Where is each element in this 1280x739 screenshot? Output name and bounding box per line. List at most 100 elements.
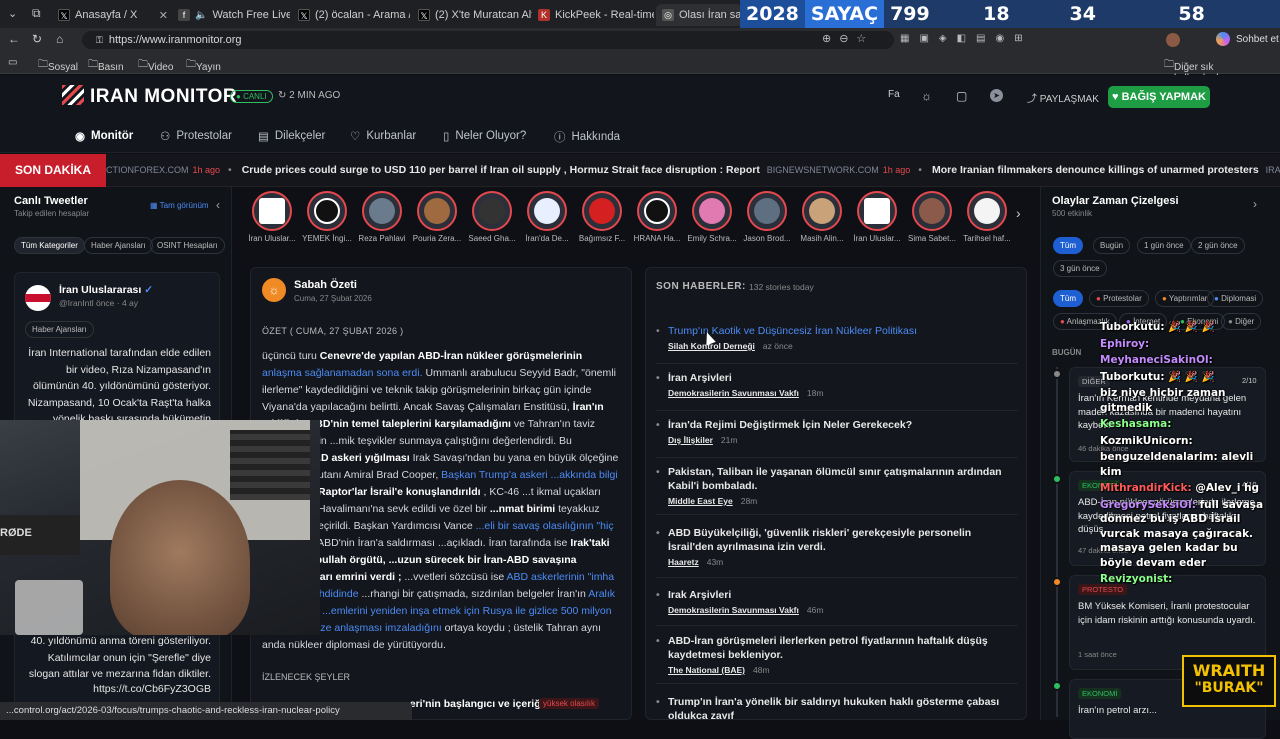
collapse-icon[interactable]: ‹ [216, 198, 220, 212]
news-source[interactable]: Middle East Eye [668, 496, 733, 506]
browser-tab[interactable]: 𝕏(2) X'te Muratcan Altun...✕ [412, 4, 532, 26]
url-input[interactable]: ⚿ https://www.iranmonitor.org [82, 31, 894, 49]
tab-label: KickPeek - Real-time U... [555, 9, 654, 21]
donate-button[interactable]: ♥ BAĞIŞ YAPMAK [1108, 86, 1210, 108]
streamer-badge-overlay: WRAITH "BURAK" [1182, 655, 1276, 707]
story-item[interactable]: İran Uluslar... [850, 191, 904, 243]
nav-about[interactable]: ⓘ Hakkında [554, 129, 620, 145]
bookmark-menu-icon[interactable]: ▭ [8, 57, 17, 68]
site-logo[interactable]: IRAN MONITOR [62, 85, 237, 108]
telegram-icon[interactable]: ➤ [990, 89, 1003, 102]
nav-protests[interactable]: ⚇ Protestolar [160, 129, 232, 143]
live-badge-label: CANLI [243, 92, 267, 101]
news-item[interactable]: ABD Büyükelçiliği, 'güvenlik riskleri' g… [656, 526, 1018, 578]
avatar[interactable] [1166, 33, 1180, 47]
bookmark-folder[interactable]: 🗀 Basın [88, 57, 124, 74]
extensions-icon[interactable]: ▦▣◈◧▤◉⊞ [900, 33, 1033, 44]
news-headline[interactable]: İran Arşivleri [656, 371, 1018, 385]
news-headline[interactable]: ABD Büyükelçiliği, 'güvenlik riskleri' g… [656, 526, 1018, 554]
ticker-source: CTIONFOREX.COM [106, 165, 189, 175]
nav-whats-happening[interactable]: ▯ Neler Oluyor? [443, 129, 526, 143]
news-item[interactable]: Irak Arşivleri Demokrasilerin Savunması V… [656, 588, 1018, 626]
story-item[interactable]: Tarihsel haf... [960, 191, 1014, 243]
language-toggle[interactable]: Fa [888, 89, 900, 100]
filter-time-all[interactable]: Tüm [1053, 237, 1083, 254]
status-url: ...control.org/act/2026-03/focus/trumps-… [6, 705, 340, 716]
news-headline[interactable]: İran'da Rejimi Değiştirmek İçin Neler Ge… [656, 418, 1018, 432]
theme-toggle-icon[interactable]: ☼ [921, 89, 932, 103]
reload-icon[interactable]: ↻ [32, 32, 42, 46]
news-source[interactable]: The National (BAE) [668, 665, 745, 675]
address-tools-icon[interactable]: ⊕⊖☆ [822, 32, 874, 45]
filter-protests[interactable]: ● Protestolar [1089, 290, 1149, 307]
browser-tab-active[interactable]: ◎ Olası İran saldırısı [656, 4, 742, 26]
story-item[interactable]: Reza Pahlavi [355, 191, 409, 243]
news-headline[interactable]: Pakistan, Taliban ile yaşanan ölümcül sı… [656, 465, 1018, 493]
summary-link[interactable]: anlaşma sağlanamadan sona erdi. [262, 367, 423, 379]
chat-button-label[interactable]: Sohbet et [1236, 34, 1279, 45]
filter-1-day-ago[interactable]: 1 gün önce [1137, 237, 1191, 254]
ticker-headline[interactable]: More Iranian filmmakers denounce killing… [932, 164, 1259, 176]
story-item[interactable]: HRANA Ha... [630, 191, 684, 243]
story-item[interactable]: Sima Sabet... [905, 191, 959, 243]
workspaces-icon[interactable]: ⧉ [32, 6, 41, 21]
copilot-icon[interactable] [1216, 32, 1230, 46]
chat-message: Tuborkutu: 🎉 🎉 🎉 [1100, 320, 1272, 335]
filter-3-days-ago[interactable]: 3 gün önce [1053, 260, 1107, 277]
news-item[interactable]: Pakistan, Taliban ile yaşanan ölümcül sı… [656, 465, 1018, 515]
home-icon[interactable]: ⌂ [56, 32, 63, 46]
story-item[interactable]: Masih Alin... [795, 191, 849, 243]
bookmark-folder[interactable]: 🗀 Yayın [186, 57, 221, 74]
share-button[interactable]: ⤴ PAYLAŞMAK [1027, 90, 1099, 105]
ticker-headline[interactable]: Crude prices could surge to USD 110 per … [242, 164, 760, 176]
tweet-link[interactable]: https://t.co/Cb6FyZ3OGB [25, 683, 211, 695]
story-name: Masih Alin... [800, 234, 844, 243]
browser-tab[interactable]: 𝕏 Anasayfa / X ✕ [52, 4, 172, 26]
story-item[interactable]: Jason Brod... [740, 191, 794, 243]
news-source[interactable]: Haaretz [668, 557, 699, 567]
filter-news-agencies[interactable]: Haber Ajansları [84, 237, 153, 254]
chevron-right-icon[interactable]: › [1016, 205, 1021, 221]
news-item[interactable]: İran'da Rejimi Değiştirmek İçin Neler Ge… [656, 418, 1018, 458]
story-item[interactable]: İran Uluslar... [245, 191, 299, 243]
browser-tab[interactable]: KKickPeek - Real-time U...✕ [532, 4, 654, 26]
story-item[interactable]: Emily Schra... [685, 191, 739, 243]
chevron-right-icon[interactable]: › [1253, 197, 1257, 211]
filter-2-days-ago[interactable]: 2 gün önce [1191, 237, 1245, 254]
close-icon[interactable]: ✕ [159, 9, 172, 22]
bookmark-folder[interactable]: 🗀 Video [138, 57, 173, 74]
chat-icon[interactable]: ▢ [956, 89, 967, 103]
filter-today[interactable]: Bugün [1093, 237, 1131, 254]
tweet-author: İran Uluslararası ✓ [59, 284, 153, 296]
bookmark-folder[interactable]: 🗀 Sosyal [38, 57, 78, 74]
story-item[interactable]: Saeed Gha... [465, 191, 519, 243]
back-icon[interactable]: ← [8, 32, 20, 46]
tab-list-icon[interactable]: ⌄ [8, 7, 17, 20]
filter-cat-all[interactable]: Tüm [1053, 290, 1083, 307]
bookmark-folder[interactable]: 🗀 Diğer sık kullanılanlar [1164, 57, 1227, 84]
filter-diplomacy[interactable]: ● Diplomasi [1207, 290, 1264, 307]
story-item[interactable]: YEMEK İngi... [300, 191, 354, 243]
nav-petitions[interactable]: ▤ Dilekçeler [258, 129, 325, 143]
news-source[interactable]: Dış İlişkiler [668, 435, 713, 445]
filter-osint[interactable]: OSINT Hesapları [150, 237, 225, 254]
browser-tab[interactable]: f🔈Watch Free Live W...✕ [172, 4, 290, 26]
news-item[interactable]: ABD-İran görüşmeleri ilerlerken petrol f… [656, 634, 1018, 684]
news-source[interactable]: Demokrasilerin Savunması Vakfı [668, 605, 799, 615]
news-headline[interactable]: ABD-İran görüşmeleri ilerlerken petrol f… [656, 634, 1018, 662]
browser-tab[interactable]: 𝕏(2) öcalan - Arama / X✕ [292, 4, 410, 26]
story-item[interactable]: İran'da De... [520, 191, 574, 243]
filter-all-categories[interactable]: Tüm Kategoriler [14, 237, 85, 254]
tab-label: Anasayfa / X [75, 9, 138, 21]
filter-sanctions[interactable]: ● Yaptırımlar [1155, 290, 1215, 307]
story-item[interactable]: Pouria Zera... [410, 191, 464, 243]
news-source[interactable]: Demokrasilerin Savunması Vakfı [668, 388, 799, 398]
nav-monitor[interactable]: ◉ Monitör [75, 129, 133, 143]
news-headline[interactable]: Trump'ın İran'a yönelik bir saldırıyı hu… [656, 695, 1018, 719]
news-item[interactable]: Trump'ın İran'a yönelik bir saldırıyı hu… [656, 695, 1018, 719]
news-headline[interactable]: Irak Arşivleri [656, 588, 1018, 602]
full-view-button[interactable]: ▦ Tam görünüm [150, 201, 209, 210]
story-item[interactable]: Bağımsız F... [575, 191, 629, 243]
news-item[interactable]: İran Arşivleri Demokrasilerin Savunması V… [656, 371, 1018, 411]
nav-victims[interactable]: ♡ Kurbanlar [350, 129, 416, 143]
